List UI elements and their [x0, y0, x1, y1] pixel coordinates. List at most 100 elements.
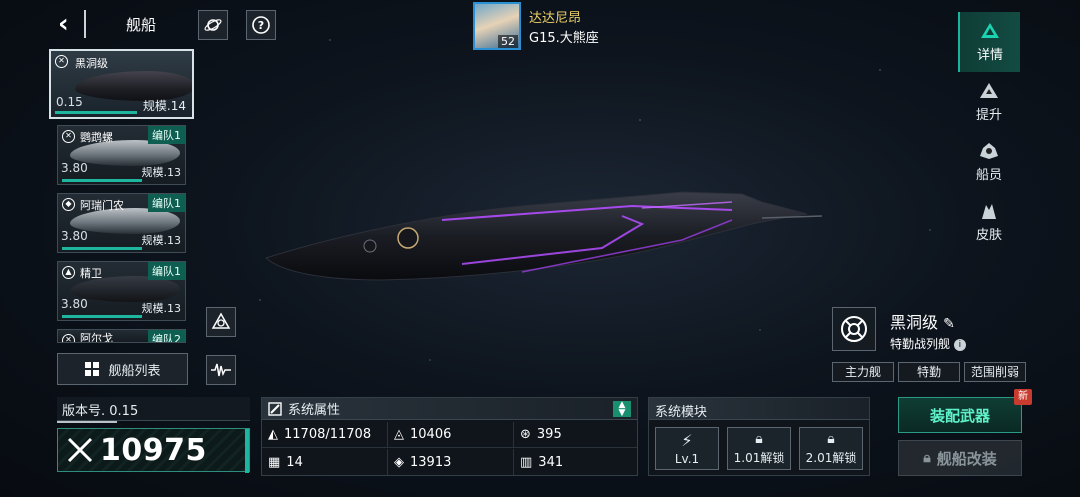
attr-armor-value: 10406	[410, 427, 452, 442]
player-level: 52	[498, 35, 518, 48]
player-server: G15.大熊座	[529, 31, 599, 46]
toggle-icon[interactable]: ▲ ▼	[613, 401, 631, 418]
ship-class-badge[interactable]	[832, 307, 876, 351]
shield-icon: ⊛	[520, 427, 531, 442]
edit-icon[interactable]: ✎	[943, 316, 955, 332]
module-slot-active[interactable]: ⚡ Lv.1	[655, 427, 719, 470]
attr-grid: ▦ 14	[262, 449, 388, 475]
ship-card-name: 阿瑞门农	[80, 199, 124, 212]
combat-power-panel: 10975	[57, 428, 250, 473]
tab-skin-label: 皮肤	[975, 227, 1002, 243]
lock-icon: 🔒︎	[755, 431, 763, 447]
ship-tag[interactable]: 特勤	[898, 362, 960, 382]
planet-icon	[204, 19, 222, 31]
armor-icon: ◬	[394, 427, 404, 442]
ship-class-icon: ▲	[62, 266, 75, 279]
grid-icon: ▦	[268, 454, 281, 470]
modules-title: 系统模块	[649, 398, 869, 420]
attributes-icon	[268, 401, 282, 416]
ship-card[interactable]: ▲ 精卫 编队1 3.80 规模.13	[57, 261, 186, 321]
ship-card-version: 3.80	[61, 161, 88, 175]
module-slot-locked[interactable]: 🔒︎ 2.01解锁	[799, 427, 863, 470]
attr-shield: ⊛ 395	[514, 422, 637, 448]
ship-list-button[interactable]: 舰船列表	[57, 353, 188, 385]
equip-weapons-button[interactable]: 装配武器	[898, 397, 1022, 433]
lock-icon: 🔒︎	[827, 431, 835, 447]
version-underline	[57, 421, 117, 423]
ship-name: 黑洞级 ✎	[890, 309, 955, 333]
tab-details-label: 详情	[976, 47, 1003, 63]
system-modules-panel: 系统模块 ⚡ Lv.1 🔒︎ 1.01解锁 🔒︎ 2.01解锁	[648, 397, 870, 476]
tab-details[interactable]: 详情	[958, 12, 1020, 72]
refit-label: 舰船改装	[936, 449, 997, 468]
ship-class-icon: ✕	[62, 130, 75, 143]
tab-crew-label: 船员	[975, 167, 1002, 183]
ship-3d-model[interactable]	[262, 180, 822, 290]
ship-refit-button[interactable]: 🔒︎ 舰船改装	[898, 440, 1022, 476]
tab-skin[interactable]: 皮肤	[958, 192, 1020, 252]
info-icon[interactable]: i	[953, 338, 966, 351]
ship-card-version: 3.80	[61, 229, 88, 243]
planet-button[interactable]	[198, 10, 228, 40]
module-label: 2.01解锁	[805, 451, 857, 465]
combat-power-value: 10975	[100, 432, 207, 468]
ship-list-label: 舰船列表	[108, 363, 161, 379]
ship-type-text: 特勤战列舰	[890, 337, 951, 351]
ship-card-version: 3.80	[61, 297, 88, 311]
tab-crew[interactable]: 船员	[958, 132, 1020, 192]
skin-icon	[982, 203, 996, 219]
attr-hull-value: 11708/11708	[284, 427, 372, 442]
ship-card-scale: 规模.13	[141, 234, 182, 247]
back-button[interactable]: ‹	[58, 11, 80, 37]
ship-card-partial[interactable]: ✕ 阿尔戈 编队2	[57, 329, 186, 343]
attr-energy: ◈ 13913	[388, 449, 514, 475]
tab-upgrade[interactable]: 提升	[958, 72, 1020, 132]
new-badge: 新	[1014, 389, 1032, 405]
system-attributes-panel: 系统属性 ▲ ▼ ◭ 11708/11708 ◬ 10406 ⊛ 395 ▦ 14 ◈ 13…	[261, 397, 638, 476]
energy-icon: ◈	[394, 454, 404, 470]
waveform-button[interactable]	[206, 355, 236, 385]
ship-tag[interactable]: 主力舰	[832, 362, 894, 382]
help-button[interactable]: ?	[246, 10, 276, 40]
hull-icon: ◭	[268, 427, 278, 442]
upgrade-icon	[980, 82, 998, 98]
ship-card-version: 0.15	[56, 95, 83, 109]
ship-card-team: 编队1	[148, 194, 185, 212]
module-slot-locked[interactable]: 🔒︎ 1.01解锁	[727, 427, 791, 470]
version-label: 版本号. 0.15	[57, 397, 250, 421]
ship-card-selected[interactable]: ✕ 黑洞级 0.15 规模.14	[49, 49, 194, 119]
ship-card[interactable]: ✕ 鹦鹉螺 编队1 3.80 规模.13	[57, 125, 186, 185]
attributes-title: 系统属性	[288, 403, 341, 418]
ship-class-icon: ✕	[55, 55, 68, 68]
ship-card-progress	[62, 247, 142, 250]
ship-card[interactable]: ◆ 阿瑞门农 编队1 3.80 规模.13	[57, 193, 186, 253]
ship-class-icon: ✕	[62, 334, 75, 342]
ship-card-progress	[62, 315, 142, 318]
attributes-header: 系统属性 ▲ ▼	[262, 398, 637, 420]
filter-button[interactable]	[206, 307, 236, 337]
ship-card-name: 鹦鹉螺	[80, 131, 113, 144]
attr-speed-value: 341	[538, 454, 564, 470]
ship-name-text: 黑洞级	[890, 313, 939, 332]
player-name: 达达尼昂	[529, 11, 582, 26]
attr-energy-value: 13913	[410, 454, 452, 470]
ship-detail-icon	[981, 22, 999, 38]
speed-icon: ▥	[520, 454, 533, 470]
svg-text:?: ?	[258, 19, 264, 32]
power-accent-bar	[245, 429, 249, 473]
module-label: Lv.1	[674, 452, 700, 466]
lightning-icon: ⚡	[681, 431, 693, 450]
ship-card-scale: 规模.13	[141, 302, 182, 315]
battleship-class-icon	[841, 316, 867, 342]
ship-card-name: 阿尔戈	[80, 332, 113, 343]
ship-card-name: 黑洞级	[75, 57, 108, 70]
ship-card-progress	[62, 179, 142, 182]
attr-armor: ◬ 10406	[388, 422, 514, 448]
attr-grid-value: 14	[286, 454, 303, 470]
attr-hull: ◭ 11708/11708	[262, 422, 388, 448]
back-divider	[84, 10, 86, 38]
crossed-swords-icon	[67, 437, 93, 463]
crew-icon	[980, 142, 998, 159]
ship-tag[interactable]: 范围削弱	[964, 362, 1026, 382]
waveform-icon	[211, 363, 231, 377]
